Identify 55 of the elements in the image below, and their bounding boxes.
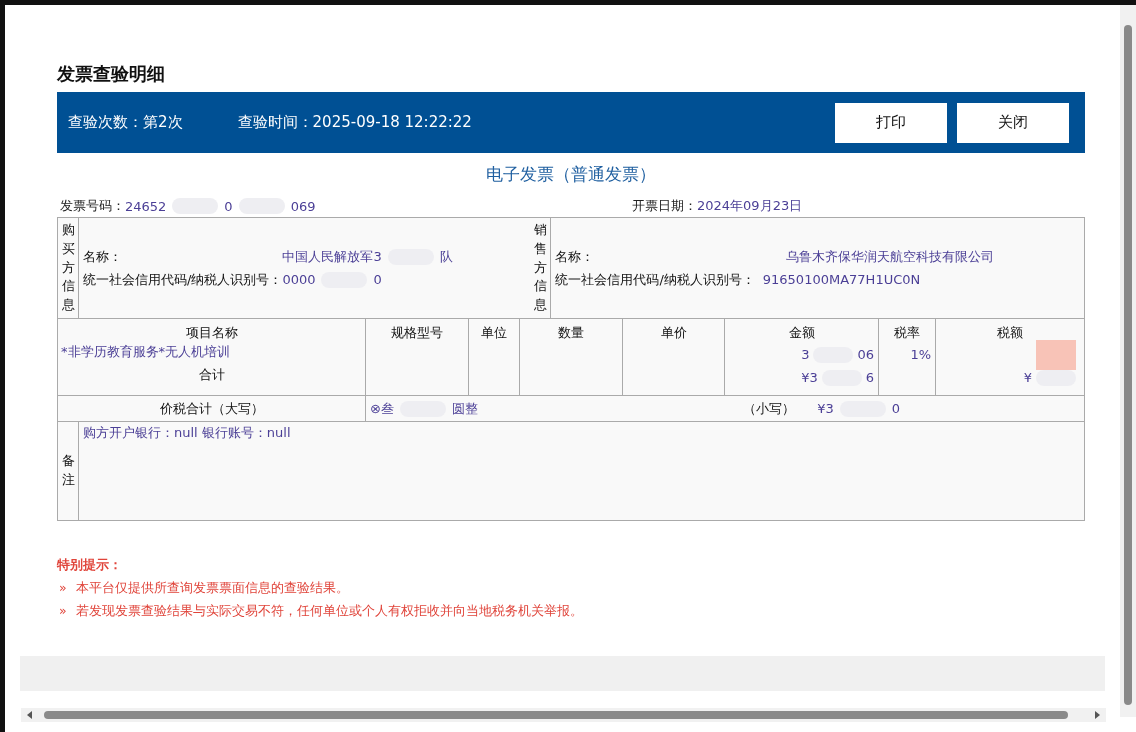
column-header: 税额 [996,324,1024,342]
field-value: 0000 [282,272,316,287]
total-amount: ¥3 [801,370,818,385]
page-title: 发票查验明细 [57,62,166,86]
invoice-date: 2024年09月23日 [697,197,803,215]
action-button[interactable]: 打印 [835,102,947,143]
column-header: 单价 [659,324,688,342]
notice-text: 本平台仅提供所查询发票票面信息的查验结果。 [75,580,349,597]
amount-in-figures: 0 [891,401,900,416]
column-header: 单位 [480,324,508,342]
side-label: 备注 [61,452,75,489]
bullet-mark: » [59,603,67,620]
remarks-text: 购方开户银行：null 银行账号：null [82,424,292,442]
vertical-scrollbar[interactable] [1120,5,1136,717]
horizontal-scrollbar[interactable] [21,708,1106,722]
column-header: 金额 [787,324,816,342]
check-time: 查验时间：2025-09-18 12:22:22 [237,113,472,132]
field-value: 0 [373,272,382,287]
amount: 3 [801,347,810,362]
invoice-number: 069 [290,198,316,214]
amount-in-words: ⊗叁 [370,399,394,418]
amount-in-words: 圆整 [451,399,478,418]
tax-rate: 1% [910,347,931,362]
total-amount: 6 [865,370,874,385]
field-label: 名称： [83,247,122,266]
field-label: 统一社会信用代码/纳税人识别号： [83,270,283,289]
field-value: 队 [439,247,453,266]
notice-text: 若发现发票查验结果与实际交易不符，任何单位或个人有权拒收并向当地税务机关举报。 [75,603,583,620]
column-header: 税率 [893,324,921,342]
item-name: *非学历教育服务*无人机培训 [60,343,231,361]
column-header: 项目名称 [184,324,239,342]
check-count: 查验次数：第2次 [68,113,183,132]
field-value: 91650100MA77H1UC0N [762,272,921,287]
invoice-type-title: 电子发票（普通发票） [485,163,657,186]
small-label: （小写） [743,399,796,418]
column-header: 数量 [557,324,585,342]
invoice-number: 0 [224,198,233,214]
side-label: 购买方信息 [61,220,75,315]
grand-total-label: 价税合计（大写） [58,396,366,421]
total-tax: ¥ [1023,370,1032,385]
number-label: 发票号码： [60,197,125,215]
field-value: 乌鲁木齐保华润天航空科技有限公司 [786,247,995,266]
side-label: 销售方信息 [533,220,547,315]
bullet-mark: » [59,580,67,597]
notice-title: 特别提示： [57,557,123,574]
amount: 06 [857,347,874,362]
field-value: 中国人民解放军3 [282,247,382,266]
date-label: 开票日期： [632,197,697,215]
field-label: 统一社会信用代码/纳税人识别号： [555,270,755,289]
invoice-number: 24652 [125,198,167,214]
field-label: 名称： [555,247,595,266]
column-header: 规格型号 [390,324,444,342]
action-button[interactable]: 关闭 [957,102,1069,143]
amount-in-figures: ¥3 [817,401,834,416]
total-label: 合计 [197,366,226,384]
